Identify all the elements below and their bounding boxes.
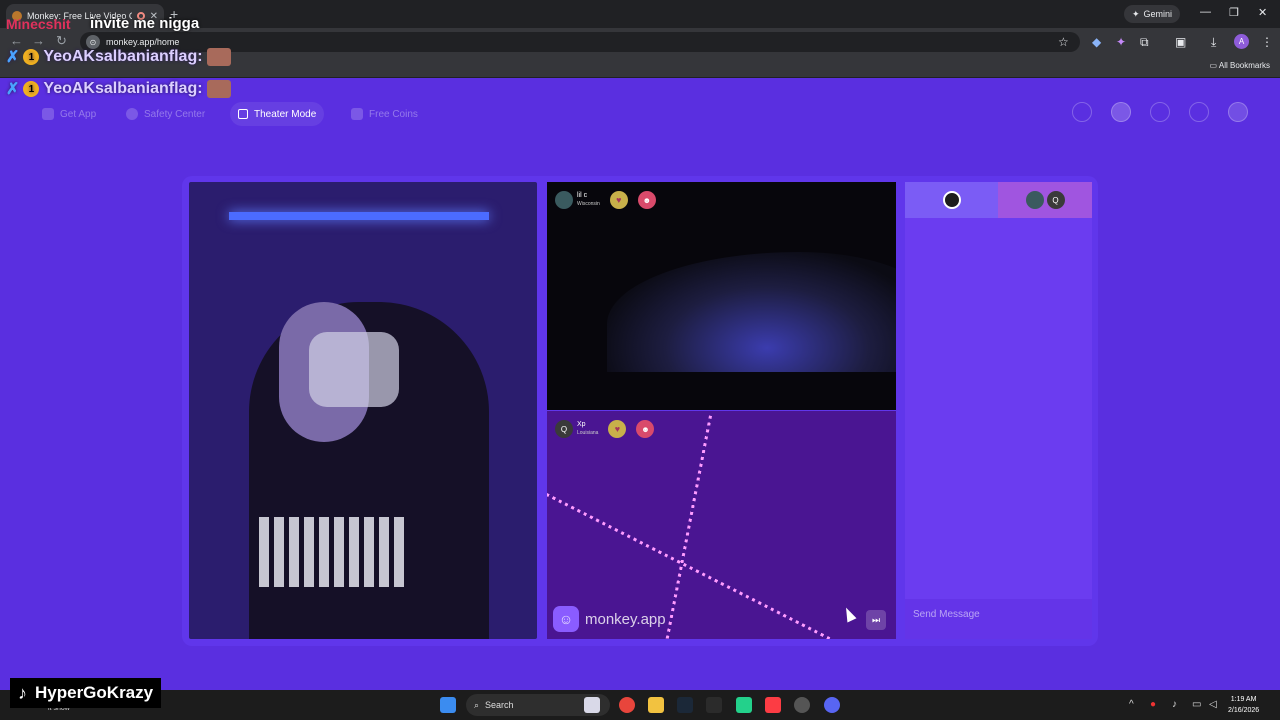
close-window-icon[interactable]: ✕ [1258, 6, 1267, 19]
obs-icon[interactable] [794, 697, 810, 713]
nav-label: Theater Mode [254, 108, 317, 120]
nav-label: Safety Center [144, 108, 206, 120]
forward-icon[interactable]: → [32, 33, 45, 48]
flag-icon[interactable] [584, 697, 600, 713]
history-icon[interactable] [1150, 102, 1170, 122]
streaming-app-icon[interactable] [736, 697, 752, 713]
overlay-chat-username: YeoAKsalbanianflag: [43, 48, 203, 65]
url-text: monkey.app/home [106, 37, 180, 47]
nav-free-coins[interactable]: Free Coins [343, 102, 426, 126]
steam-icon[interactable] [677, 697, 693, 713]
remote-camera-feed-2: Q Xp Louisiana ♥ ☻ [547, 411, 896, 639]
chat-panel: Q Send Message [905, 182, 1092, 639]
gemini-button[interactable]: ✦ Gemini [1124, 5, 1181, 23]
send-message-input[interactable]: Send Message [905, 599, 1092, 639]
extension-icon[interactable]: ◆ [1092, 35, 1101, 49]
overlay-chat-username: Minecshit [6, 16, 71, 32]
microphone-icon[interactable]: ♪ [1172, 699, 1177, 710]
profile-avatar[interactable]: A [1234, 34, 1249, 49]
all-bookmarks-button[interactable]: ▭ All Bookmarks [1210, 61, 1270, 70]
badge-icon: 1 [23, 81, 40, 97]
heart-icon[interactable]: ♥ [609, 191, 628, 209]
overlay-chat-username: YeoAKsalbanianflag: [43, 80, 203, 97]
chrome-icon[interactable] [619, 697, 635, 713]
monkey-logo-icon: ☺ [553, 606, 579, 632]
volume-icon[interactable]: ◁ [1209, 699, 1217, 710]
coins-icon [351, 108, 363, 120]
tiktok-username: HyperGoKrazy [35, 683, 154, 702]
avatar [1025, 191, 1044, 209]
taskbar-clock[interactable]: 1:19 AM 2/16/2026 [1228, 694, 1259, 716]
folder-icon: ▭ [1209, 61, 1219, 70]
badge-icon: 1 [23, 49, 40, 65]
discord-icon[interactable] [824, 697, 840, 713]
music-icon[interactable] [765, 697, 781, 713]
gemini-ext-icon[interactable]: ✦ [1116, 35, 1126, 49]
menu-kebab-icon[interactable]: ⋮ [1261, 35, 1273, 49]
search-icon[interactable] [1072, 102, 1092, 122]
file-explorer-icon[interactable] [648, 697, 664, 713]
sword-icon: ✗ [6, 49, 20, 66]
tray-app-icon[interactable]: ● [1150, 699, 1156, 710]
user-name: lil c [577, 192, 588, 199]
gift-icon[interactable]: ☻ [636, 420, 655, 438]
tab-search-icon[interactable]: ▣ [1175, 35, 1186, 49]
nav-label: Free Coins [369, 108, 418, 120]
clock-time: 1:19 AM [1230, 696, 1257, 703]
shield-icon [126, 108, 138, 120]
avatar [942, 191, 961, 209]
nav-get-app[interactable]: Get App [34, 102, 104, 126]
gemini-label: Gemini [1143, 9, 1173, 19]
nav-theater-mode[interactable]: Theater Mode [230, 102, 325, 126]
search-label: Search [485, 700, 514, 710]
overlay-chat-message: invite me nigga [90, 15, 200, 32]
heart-icon[interactable]: ♥ [608, 420, 627, 438]
nav-safety-center[interactable]: Safety Center [118, 102, 213, 126]
avatar [555, 191, 573, 209]
chat-tab-user-2[interactable]: Q [998, 182, 1092, 218]
gift-icon[interactable]: ☻ [637, 191, 656, 209]
capcut-icon[interactable] [706, 697, 722, 713]
monkey-watermark: ☺ monkey.app [553, 606, 666, 632]
all-bookmarks-label: All Bookmarks [1218, 61, 1270, 70]
search-icon: ⌕ [474, 699, 480, 710]
expand-icon [238, 109, 248, 119]
brand-text: monkey.app [585, 610, 666, 628]
messages-icon[interactable] [1189, 102, 1209, 122]
phone-icon [42, 108, 54, 120]
sword-icon: ✗ [6, 81, 20, 98]
clock-date: 2/16/2026 [1228, 707, 1260, 714]
avatar: Q [555, 420, 573, 438]
minimize-icon[interactable]: — [1200, 6, 1211, 18]
emote-icon [206, 48, 231, 66]
remote-user-2-info[interactable]: Q Xp Louisiana ♥ ☻ [555, 420, 655, 438]
chat-tab-user-1[interactable] [905, 182, 998, 218]
network-icon[interactable]: ▭ [1192, 699, 1201, 710]
skip-next-icon[interactable]: ⏭ [866, 610, 886, 630]
avatar-initial: Q [1046, 191, 1065, 209]
coin-icon[interactable] [1111, 102, 1131, 122]
remote-camera-feed-1: lil c Wisconsin ♥ ☻ [547, 182, 896, 410]
emote-icon [206, 80, 231, 98]
user-location: Wisconsin [577, 201, 600, 207]
self-camera-feed [189, 182, 537, 639]
user-location: Louisiana [577, 430, 599, 436]
back-icon[interactable]: ← [10, 33, 23, 48]
overlay-chat-line: ✗ 1 YeoAKsalbanianflag: [6, 79, 231, 99]
windows-start-icon[interactable] [440, 697, 456, 713]
overlay-chat-line: ✗ 1 YeoAKsalbanianflag: [6, 47, 231, 67]
tiktok-icon: ♪ [18, 682, 27, 703]
gemini-icon: ✦ [1132, 8, 1140, 19]
restore-icon[interactable]: ❐ [1229, 6, 1239, 19]
tray-chevron-icon[interactable]: ^ [1129, 699, 1134, 710]
user-name: Xp [577, 421, 586, 428]
bookmark-star-icon[interactable]: ☆ [1058, 35, 1069, 49]
remote-user-1-info[interactable]: lil c Wisconsin ♥ ☻ [555, 191, 656, 209]
profile-icon[interactable] [1228, 102, 1248, 122]
nav-label: Get App [60, 108, 97, 120]
extensions-puzzle-icon[interactable]: ⧉ [1140, 35, 1149, 50]
download-icon[interactable]: ⤓ [1211, 35, 1216, 50]
tiktok-watermark: ♪ HyperGoKrazy [10, 678, 162, 708]
windows-taskbar: ⌕ Search ^ ● ♪ ▭ ◁ 1:19 AM 2/16/2026 [0, 690, 1280, 720]
